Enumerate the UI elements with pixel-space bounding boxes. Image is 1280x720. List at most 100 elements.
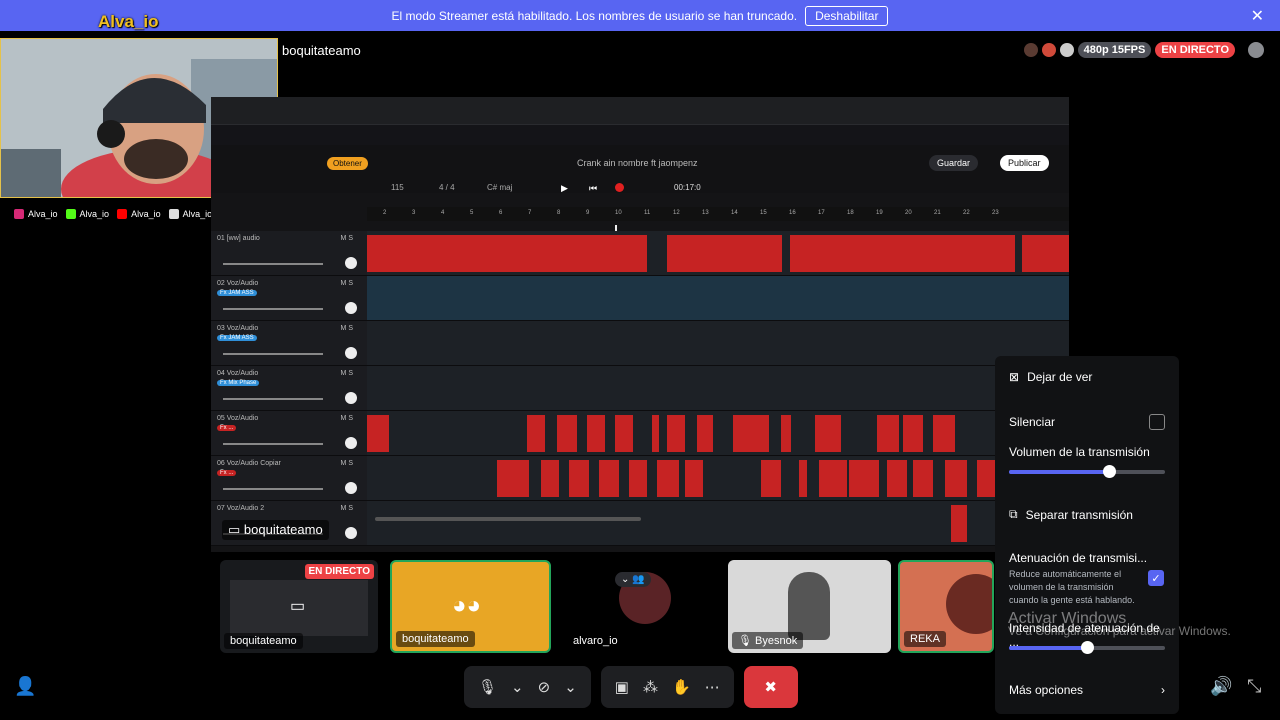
activities-icon[interactable]: ⁂ [643, 678, 658, 696]
more-options-item[interactable]: Más opciones › [1009, 683, 1165, 697]
audio-clip[interactable] [849, 460, 879, 497]
stop-watching-item[interactable]: ⊠ Dejar de ver [1009, 370, 1165, 384]
volume-slider[interactable] [1009, 465, 1165, 478]
audio-clip[interactable] [557, 415, 577, 452]
chevron-down-icon[interactable]: ⌄ 👥 [615, 572, 651, 587]
track-header[interactable]: 01 [ww] audio M S [211, 231, 367, 276]
audio-clip[interactable] [685, 460, 703, 497]
mute-solo-buttons[interactable]: M S [341, 280, 353, 287]
get-button[interactable]: Obtener [327, 157, 368, 170]
pan-knob[interactable] [345, 257, 357, 269]
track-header[interactable]: 02 Voz/Audio Fx JAM ASS M S [211, 276, 367, 321]
audio-clip[interactable] [697, 415, 713, 452]
audio-clip[interactable] [527, 415, 545, 452]
audio-clip[interactable] [877, 415, 899, 452]
participant-tile[interactable]: 🎙 Byesnok [728, 560, 891, 653]
audio-clip[interactable] [733, 415, 769, 452]
audio-clip[interactable] [367, 415, 389, 452]
rewind-icon[interactable]: ⏮ [589, 183, 597, 194]
audio-clip[interactable] [367, 235, 647, 272]
track-lane[interactable] [367, 276, 1069, 321]
audio-clip[interactable] [615, 415, 633, 452]
chevron-down-icon[interactable]: ⌄ [564, 678, 577, 696]
audio-clip[interactable] [629, 460, 647, 497]
mute-solo-buttons[interactable]: M S [341, 325, 353, 332]
mute-solo-buttons[interactable]: M S [341, 235, 353, 242]
key-readout[interactable]: C# maj [487, 183, 512, 192]
volume-fader[interactable] [223, 443, 323, 445]
mute-solo-buttons[interactable]: M S [341, 505, 353, 512]
audio-clip[interactable] [587, 415, 605, 452]
track-header[interactable]: 06 Voz/Audio Copiar Fx ... M S [211, 456, 367, 501]
track-header[interactable]: 03 Voz/Audio Fx JAM ASS M S [211, 321, 367, 366]
participant-tile[interactable]: REKA [898, 560, 994, 653]
intensity-slider[interactable] [1009, 641, 1165, 654]
audio-clip[interactable] [541, 460, 559, 497]
volume-fader[interactable] [223, 308, 323, 310]
pan-knob[interactable] [345, 482, 357, 494]
attenuation-checkbox[interactable]: ✓ [1148, 570, 1164, 586]
mute-item[interactable]: Silenciar [1009, 414, 1165, 430]
more-icon[interactable]: ⋯ [705, 678, 720, 696]
mute-checkbox[interactable] [1149, 414, 1165, 430]
volume-slider-knob[interactable] [1102, 465, 1116, 478]
audio-clip[interactable] [667, 415, 685, 452]
share-screen-icon[interactable]: ▣ [615, 678, 629, 696]
popout-stream-item[interactable]: ⧉ Separar transmisión [1009, 507, 1165, 522]
disable-streamer-mode-button[interactable]: Deshabilitar [805, 5, 889, 26]
exit-fullscreen-icon[interactable]: ⤡ [1247, 676, 1261, 697]
track-header[interactable]: 05 Voz/Audio Fx ... M S [211, 411, 367, 456]
participant-tile[interactable]: EN DIRECTO ▭ boquitateamo [220, 560, 378, 653]
save-button[interactable]: Guardar [929, 155, 979, 171]
volume-icon[interactable]: 🔊 [1210, 676, 1232, 697]
publish-button[interactable]: Publicar [1000, 155, 1049, 171]
pan-knob[interactable] [345, 437, 357, 449]
volume-fader[interactable] [223, 488, 323, 490]
stream-video[interactable]: Obtener Crank ain nombre ft jaompenz Gua… [211, 97, 1069, 552]
pan-knob[interactable] [345, 392, 357, 404]
disconnect-button[interactable]: ✖ [743, 666, 798, 708]
track-lane[interactable] [367, 411, 1069, 456]
track-lane[interactable] [367, 231, 1069, 276]
participant-tile[interactable]: ◕◕ boquitateamo [390, 560, 551, 653]
audio-clip[interactable] [799, 460, 807, 497]
audio-clip[interactable] [657, 460, 679, 497]
play-icon[interactable]: ▶ [561, 183, 568, 194]
audio-clip[interactable] [652, 415, 659, 452]
add-friend-icon[interactable]: 👤 [14, 676, 36, 697]
audio-clip[interactable] [913, 460, 933, 497]
timeline-ruler[interactable]: 2 3 4 5 6 7 8 9 10 11 12 13 14 15 16 17 18 19 20 21 22 23 [367, 207, 1069, 221]
track-header[interactable]: 04 Voz/Audio Fx Mix Phase M S [211, 366, 367, 411]
audio-clip[interactable] [815, 415, 841, 452]
audio-clip[interactable] [887, 460, 907, 497]
participant-tile[interactable]: ⌄ 👥 alvaro_io [563, 560, 726, 653]
audio-clip[interactable] [781, 415, 791, 452]
pan-knob[interactable] [345, 302, 357, 314]
track-lane[interactable] [367, 321, 1069, 366]
track-lane[interactable] [367, 456, 1069, 501]
track-lane[interactable] [367, 366, 1069, 411]
audio-clip[interactable] [1022, 235, 1069, 272]
pan-knob[interactable] [345, 527, 357, 539]
track-lane[interactable] [367, 501, 1069, 546]
audio-clip[interactable] [497, 460, 529, 497]
audio-clip[interactable] [569, 460, 589, 497]
volume-fader[interactable] [223, 353, 323, 355]
audio-clip[interactable] [667, 235, 782, 272]
pan-knob[interactable] [345, 347, 357, 359]
mute-solo-buttons[interactable]: M S [341, 460, 353, 467]
bpm-readout[interactable]: 115 [391, 183, 404, 192]
audio-clip[interactable] [790, 235, 1015, 272]
mute-solo-buttons[interactable]: M S [341, 415, 353, 422]
volume-fader[interactable] [223, 263, 323, 265]
audio-clip[interactable] [933, 415, 955, 452]
mute-solo-buttons[interactable]: M S [341, 370, 353, 377]
audio-clip[interactable] [951, 505, 967, 542]
audio-clip[interactable] [761, 460, 781, 497]
camera-off-icon[interactable]: ⊘ [538, 678, 551, 696]
chat-icon[interactable] [1248, 42, 1264, 58]
microphone-icon[interactable]: 🎙 [478, 678, 497, 696]
audio-clip[interactable] [945, 460, 967, 497]
time-signature[interactable]: 4 / 4 [439, 183, 455, 192]
audio-clip[interactable] [599, 460, 619, 497]
